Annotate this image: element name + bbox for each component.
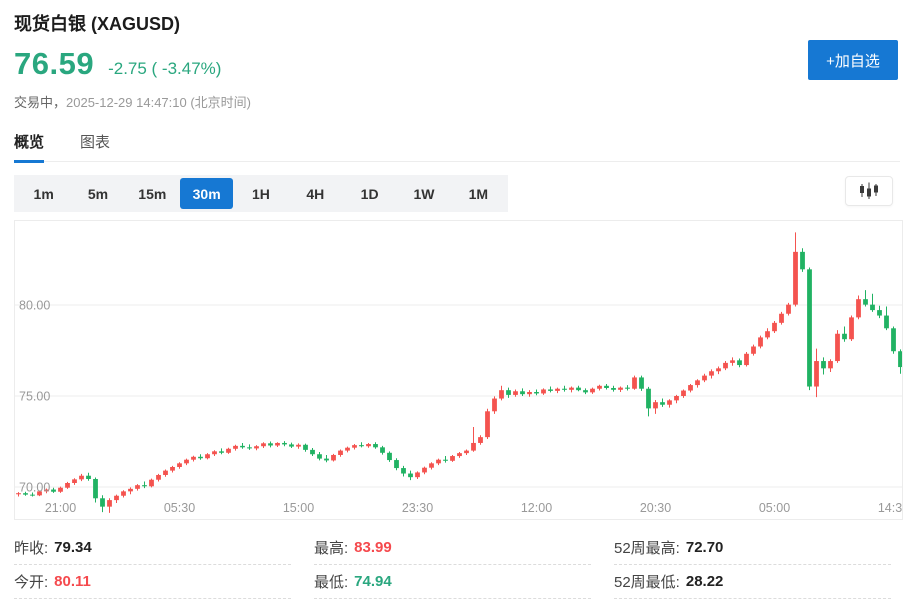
price-chart-panel: 80.00 75.00 70.00 21:00 05:30 15:00 23:30 12:00… <box>14 220 903 520</box>
svg-text:14:30: 14:30 <box>878 501 902 515</box>
interval-selector: 1m 5m 15m 30m 1H 4H 1D 1W 1M <box>14 175 508 212</box>
range-button-4h[interactable]: 4H <box>289 178 342 209</box>
range-button-1d[interactable]: 1D <box>343 178 396 209</box>
stat-value: 72.70 <box>686 539 724 556</box>
stat-value: 80.11 <box>54 573 91 590</box>
candlestick-chart[interactable]: 80.00 75.00 70.00 21:00 05:30 15:00 23:30 12:00… <box>15 221 902 519</box>
svg-text:05:00: 05:00 <box>759 501 790 515</box>
stat-52w-low: 52周最低: 28.22 <box>614 565 891 599</box>
svg-text:05:30: 05:30 <box>164 501 195 515</box>
range-button-1m[interactable]: 1m <box>17 178 70 209</box>
active-tab-underline <box>14 160 44 163</box>
stat-value: 83.99 <box>354 539 392 556</box>
trading-status: 交易中， <box>14 95 66 110</box>
range-button-15m[interactable]: 15m <box>126 178 179 209</box>
stat-value: 28.22 <box>686 573 724 590</box>
stat-52w-high: 52周最高: 72.70 <box>614 531 891 565</box>
stat-value: 79.34 <box>54 539 92 556</box>
chart-type-button[interactable] <box>845 176 893 206</box>
quote-page: 现货白银 (XAGUSD) +加自选 76.59 -2.75 ( -3.47%)… <box>0 0 914 605</box>
svg-text:75.00: 75.00 <box>19 390 50 404</box>
price-change: -2.75 ( -3.47%) <box>108 59 221 79</box>
stat-low: 最低: 74.94 <box>314 565 591 599</box>
price-row: 76.59 -2.75 ( -3.47%) <box>14 46 221 82</box>
current-price: 76.59 <box>14 46 94 82</box>
range-button-5m[interactable]: 5m <box>71 178 124 209</box>
add-watchlist-button[interactable]: +加自选 <box>808 40 898 80</box>
tab-overview[interactable]: 概览 <box>14 131 44 162</box>
stat-label: 52周最高: <box>614 537 680 558</box>
stat-label: 最高: <box>314 537 348 558</box>
svg-text:70.00: 70.00 <box>19 481 50 495</box>
quote-timestamp: 2025-12-29 14:47:10 (北京时间) <box>66 95 251 110</box>
range-button-1h[interactable]: 1H <box>234 178 287 209</box>
svg-text:15:00: 15:00 <box>283 501 314 515</box>
stat-open: 今开: 80.11 <box>14 565 291 599</box>
quote-status: 交易中，2025-12-29 14:47:10 (北京时间) <box>14 92 251 111</box>
stat-label: 昨收: <box>14 537 48 558</box>
range-button-30m[interactable]: 30m <box>180 178 233 209</box>
stat-prev-close: 昨收: 79.34 <box>14 531 291 565</box>
stat-value: 74.94 <box>354 573 392 590</box>
range-button-1mo[interactable]: 1M <box>452 178 505 209</box>
svg-text:80.00: 80.00 <box>19 299 50 313</box>
tab-bar: 概览 图表 <box>14 131 900 162</box>
range-button-1w[interactable]: 1W <box>397 178 450 209</box>
svg-text:21:00: 21:00 <box>45 501 76 515</box>
stat-label: 52周最低: <box>614 571 680 592</box>
stat-label: 最低: <box>314 571 348 592</box>
stat-label: 今开: <box>14 571 48 592</box>
page-title: 现货白银 (XAGUSD) <box>14 10 180 36</box>
svg-text:12:00: 12:00 <box>521 501 552 515</box>
candlestick-icon <box>858 182 880 200</box>
svg-text:23:30: 23:30 <box>402 501 433 515</box>
svg-text:20:30: 20:30 <box>640 501 671 515</box>
stats-grid: 昨收: 79.34 最高: 83.99 52周最高: 72.70 今开: 80.… <box>14 531 891 599</box>
stat-high: 最高: 83.99 <box>314 531 591 565</box>
tab-chart[interactable]: 图表 <box>80 131 110 162</box>
